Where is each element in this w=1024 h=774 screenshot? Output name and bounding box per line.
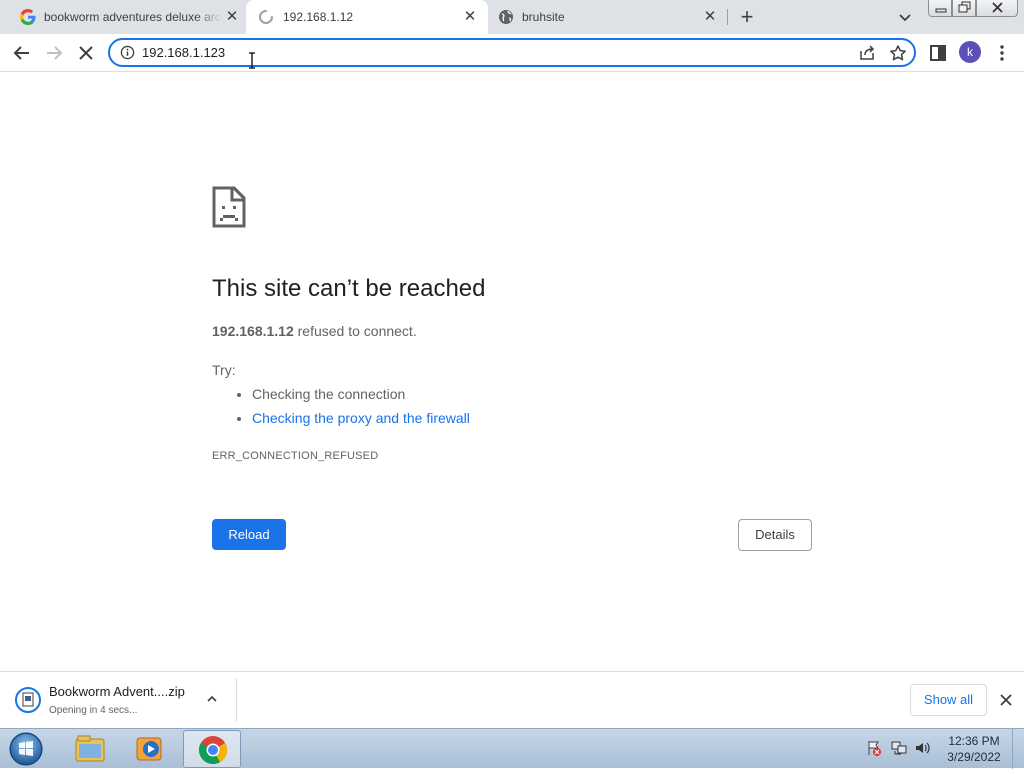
error-title: This site can’t be reached [212,275,486,302]
try-label: Try: [212,362,236,378]
tab-title: 192.168.1.12 [283,10,354,24]
site-info-icon[interactable] [120,45,135,60]
chevron-up-icon[interactable] [205,692,219,706]
details-button[interactable]: Details [738,519,812,551]
windows-explorer-icon[interactable] [61,730,119,768]
more-menu-icon[interactable] [991,42,1013,64]
stop-loading-icon[interactable] [75,42,97,64]
start-button-icon[interactable] [7,731,45,767]
tab-title: bruhsite [522,10,565,24]
tab-search-chevron-icon[interactable] [896,8,914,26]
reload-button[interactable]: Reload [212,519,286,550]
close-tab-icon[interactable]: ✕ [462,9,478,25]
side-panel-icon[interactable] [927,42,949,64]
share-icon[interactable] [858,44,876,62]
error-summary: 192.168.1.12 refused to connect. [212,323,417,339]
network-icon[interactable] [890,739,908,757]
google-icon [20,9,36,25]
address-bar-text[interactable]: 192.168.1.123 [142,45,225,60]
tab-bruhsite[interactable]: bruhsite ✕ [488,0,728,34]
minimize-button[interactable] [928,0,952,17]
suggestion-list: Checking the connection Checking the pro… [252,384,470,432]
windows-taskbar: 12:36 PM 3/29/2022 [0,728,1024,769]
chrome-icon [199,736,227,764]
sad-document-icon [212,186,246,228]
chrome-taskbar-button[interactable] [183,730,241,768]
error-code: ERR_CONNECTION_REFUSED [212,450,379,462]
new-tab-button[interactable]: + [736,6,758,28]
tab-separator [727,9,728,25]
loading-spinner-icon [259,10,273,24]
close-icon[interactable] [998,692,1014,708]
restore-button[interactable] [952,0,976,17]
tab-strip: bookworm adventures deluxe archive ✕ 192… [0,0,1024,34]
text-cursor-icon [249,52,255,69]
volume-icon[interactable] [914,739,932,757]
action-center-flag-icon[interactable] [866,739,882,757]
download-status: Opening in 4 secs... [49,705,138,716]
clock-time[interactable]: 12:36 PM [940,734,1008,748]
browser-toolbar: 192.168.1.123 [0,34,1024,72]
bookmark-star-icon[interactable] [889,44,907,62]
clock-date[interactable]: 3/29/2022 [940,750,1008,764]
tab-title: bookworm adventures deluxe archive [44,10,222,24]
profile-avatar[interactable]: k [959,41,981,63]
restore-icon [958,1,971,13]
tab-bookworm[interactable]: bookworm adventures deluxe archive ✕ [0,0,246,34]
media-player-icon[interactable] [120,730,178,768]
download-filename[interactable]: Bookworm Advent....zip [49,684,185,699]
close-icon [992,2,1003,13]
address-bar[interactable]: 192.168.1.123 [108,38,916,67]
list-item: Checking the connection [252,384,470,408]
show-desktop-button[interactable] [1012,729,1024,769]
minimize-icon [935,8,947,13]
divider [236,678,237,722]
zip-file-icon[interactable] [15,687,41,713]
tab-active[interactable]: 192.168.1.12 ✕ [246,0,488,34]
close-window-button[interactable] [976,0,1018,17]
show-all-button[interactable]: Show all [910,684,987,716]
proxy-firewall-link[interactable]: Checking the proxy and the firewall [252,408,470,432]
error-host: 192.168.1.12 [212,323,294,339]
globe-icon [499,10,513,24]
forward-arrow-icon[interactable] [43,42,65,64]
back-arrow-icon[interactable] [11,42,33,64]
download-shelf: Bookworm Advent....zip Opening in 4 secs… [0,671,1024,728]
close-tab-icon[interactable]: ✕ [224,9,240,25]
error-summary-text: refused to connect. [293,323,417,339]
close-tab-icon[interactable]: ✕ [702,9,718,25]
